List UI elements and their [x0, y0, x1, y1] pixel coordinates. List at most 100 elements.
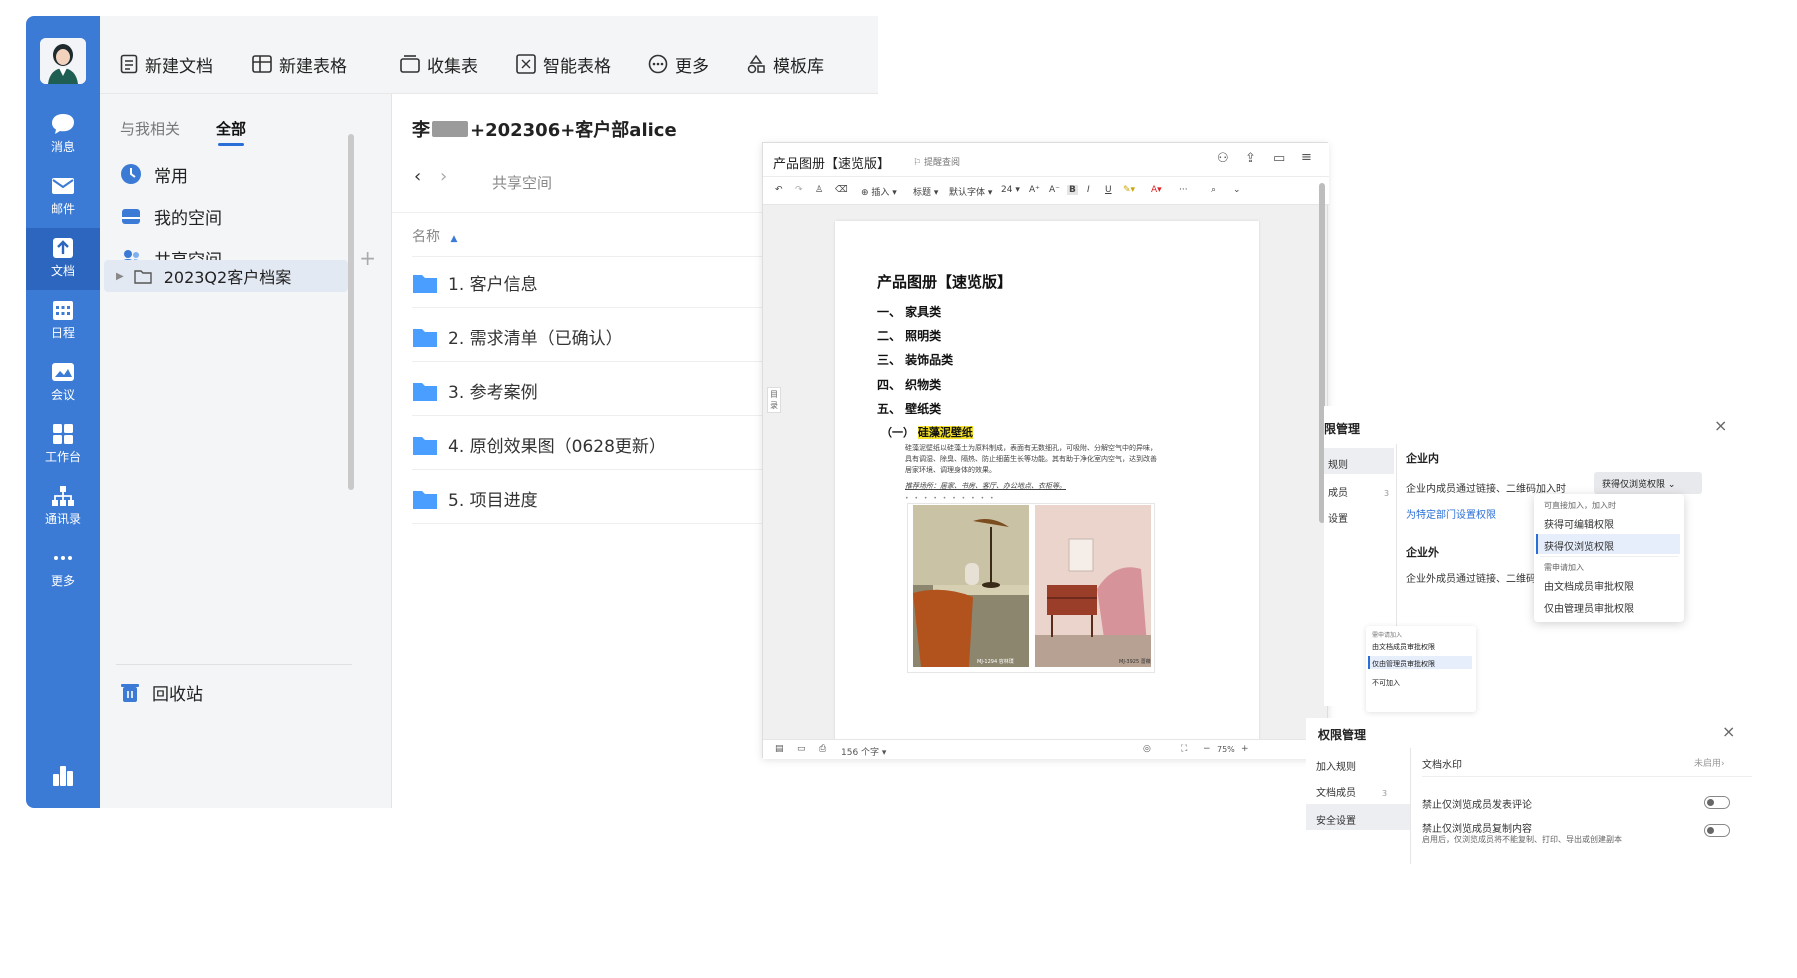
search-icon[interactable]: ⌕: [1211, 185, 1216, 195]
eraser-icon[interactable]: ⌫: [835, 185, 848, 195]
menu-icon[interactable]: ≡: [1301, 150, 1312, 165]
dropdown-option-member-approve[interactable]: 由文档成员审批权限: [1544, 578, 1634, 593]
nav-item-settings[interactable]: 设置: [1328, 510, 1348, 525]
dropdown-option-view[interactable]: 获得仅浏览权限: [1544, 538, 1614, 553]
chevron-down-icon[interactable]: ⌄: [1233, 185, 1241, 195]
nav-item-members[interactable]: 成员 3: [1328, 484, 1389, 499]
disable-copy-toggle[interactable]: [1704, 824, 1730, 837]
insert-button[interactable]: ⊕ 插入 ▾: [861, 185, 897, 198]
user-avatar[interactable]: [40, 38, 86, 84]
column-header-name[interactable]: 名称 ▲: [412, 226, 457, 246]
rail-item-calendar[interactable]: 日程: [26, 290, 100, 352]
nav-item-doc-members[interactable]: 文档成员 3: [1316, 784, 1387, 799]
space-tree-panel: 与我相关 全部 常用 我的空间 共享空间 + ▶ 2023Q2客户档案 回收站: [100, 94, 392, 808]
outline-icon[interactable]: ▤: [775, 744, 784, 754]
close-icon[interactable]: ×: [1714, 416, 1727, 435]
dropdown-option-member-approve[interactable]: 由文档成员审批权限: [1372, 642, 1435, 652]
file-row[interactable]: 4. 原创效果图（0628更新）: [412, 420, 772, 470]
nav-item-rules[interactable]: 规则: [1328, 456, 1348, 471]
rail-item-mail[interactable]: 邮件: [26, 166, 100, 228]
page-view-icon[interactable]: ▭: [797, 744, 806, 754]
tree-item-my-space[interactable]: 我的空间: [120, 196, 222, 236]
tree-folder-2023q2[interactable]: ▶ 2023Q2客户档案: [116, 256, 291, 296]
redo-icon[interactable]: ↷: [795, 185, 803, 195]
toc-toggle[interactable]: 目录: [767, 387, 781, 413]
new-sheet-button[interactable]: 新建表格: [252, 50, 347, 78]
font-shrink-icon[interactable]: A⁻: [1049, 185, 1060, 195]
dropdown-option-no-join[interactable]: 不可加入: [1372, 678, 1400, 688]
font-select[interactable]: 默认字体 ▾: [949, 185, 992, 198]
comment-icon[interactable]: ▭: [1273, 151, 1285, 166]
underline-icon[interactable]: U: [1105, 185, 1112, 195]
more-format-icon[interactable]: ···: [1179, 185, 1188, 195]
breadcrumb[interactable]: 共享空间: [492, 172, 552, 193]
permission-select[interactable]: 获得仅浏览权限 ⌄: [1594, 472, 1702, 494]
close-icon[interactable]: ×: [1722, 722, 1735, 741]
export-icon[interactable]: ⇪: [1245, 151, 1256, 166]
rail-item-more[interactable]: 更多: [26, 538, 100, 600]
heading-label: 标题: [913, 188, 932, 198]
dept-permission-link[interactable]: 为特定部门设置权限: [1406, 506, 1496, 521]
italic-icon[interactable]: I: [1087, 185, 1090, 195]
watermark-state[interactable]: 未启用›: [1694, 756, 1725, 769]
disable-comment-toggle[interactable]: [1704, 796, 1730, 809]
font-color-icon[interactable]: A▾: [1151, 185, 1162, 195]
divider: [116, 664, 352, 665]
permission-dropdown: 可直接加入，加入时 获得可编辑权限 获得仅浏览权限 需申请加入 由文档成员审批权…: [1534, 494, 1684, 622]
smart-sheet-button[interactable]: 智能表格: [516, 50, 611, 78]
target-icon[interactable]: ◎: [1143, 744, 1151, 754]
rail-item-meeting[interactable]: 会议: [26, 352, 100, 414]
expand-caret-icon[interactable]: ▶: [116, 271, 124, 282]
rail-item-stats[interactable]: [26, 754, 100, 816]
file-row[interactable]: 2. 需求清单（已确认）: [412, 312, 772, 362]
fullscreen-icon[interactable]: ⛶: [1181, 744, 1187, 754]
rail-item-docs[interactable]: 文档: [26, 228, 100, 290]
product-image-2[interactable]: MJ-3925 蔷薇: [1035, 505, 1151, 667]
format-painter-icon[interactable]: ♙: [815, 185, 823, 195]
forward-icon[interactable]: ›: [440, 166, 447, 187]
font-grow-icon[interactable]: A⁺: [1029, 185, 1040, 195]
dropdown-option-admin-approve[interactable]: 仅由管理员审批权限: [1372, 659, 1435, 669]
zoom-out-icon[interactable]: −: [1203, 744, 1211, 754]
doc-tab-title[interactable]: 产品图册【速览版】: [773, 153, 890, 172]
tree-scrollbar[interactable]: [348, 134, 354, 490]
permission-title: 权限管理: [1318, 728, 1367, 742]
rail-item-contacts[interactable]: 通讯录: [26, 476, 100, 538]
print-icon[interactable]: ⎙: [819, 744, 826, 754]
tab-all[interactable]: 全部: [216, 118, 246, 146]
sort-icon[interactable]: ▲: [450, 234, 457, 244]
remind-tag[interactable]: ⚐ 提醒查阅: [913, 155, 960, 168]
rail-item-workbench[interactable]: 工作台: [26, 414, 100, 476]
template-library-button[interactable]: 模板库: [746, 50, 824, 78]
divider: [1540, 556, 1678, 557]
tree-item-common[interactable]: 常用: [120, 154, 188, 194]
add-shared-space-icon[interactable]: +: [359, 246, 376, 270]
dropdown-option-admin-approve[interactable]: 仅由管理员审批权限: [1544, 600, 1634, 615]
bold-icon[interactable]: B: [1067, 185, 1078, 195]
new-doc-button[interactable]: 新建文档: [120, 50, 213, 78]
file-name: 3. 参考案例: [448, 383, 538, 403]
member-count: 3: [1384, 489, 1390, 498]
zoom-in-icon[interactable]: +: [1241, 744, 1249, 754]
zoom-level[interactable]: 75%: [1217, 745, 1235, 754]
dropdown-option-edit[interactable]: 获得可编辑权限: [1544, 516, 1614, 531]
product-image-1[interactable]: MJ-1294 容林璞: [913, 505, 1029, 667]
highlight-icon[interactable]: ✎▾: [1123, 185, 1135, 195]
tab-related[interactable]: 与我相关: [120, 118, 180, 139]
file-row[interactable]: 1. 客户信息: [412, 258, 772, 308]
rail-item-messages[interactable]: 消息: [26, 104, 100, 166]
nav-item-join-rules[interactable]: 加入规则: [1316, 758, 1356, 773]
heading-select[interactable]: 标题 ▾: [913, 185, 938, 198]
share-user-icon[interactable]: ⚇: [1217, 151, 1229, 166]
nav-item-security[interactable]: 安全设置: [1316, 812, 1356, 827]
trash-button[interactable]: 回收站: [120, 672, 203, 712]
file-row[interactable]: 3. 参考案例: [412, 366, 772, 416]
file-row[interactable]: 5. 项目进度: [412, 474, 772, 524]
collect-form-button[interactable]: 收集表: [400, 50, 478, 78]
undo-icon[interactable]: ↶: [775, 185, 783, 195]
watermark-setting[interactable]: 文档水印: [1422, 756, 1462, 771]
word-count[interactable]: 156 个字 ▾: [841, 745, 886, 758]
font-size-select[interactable]: 24 ▾: [1001, 185, 1020, 195]
back-icon[interactable]: ‹: [414, 166, 421, 187]
more-button[interactable]: 更多: [648, 50, 709, 78]
